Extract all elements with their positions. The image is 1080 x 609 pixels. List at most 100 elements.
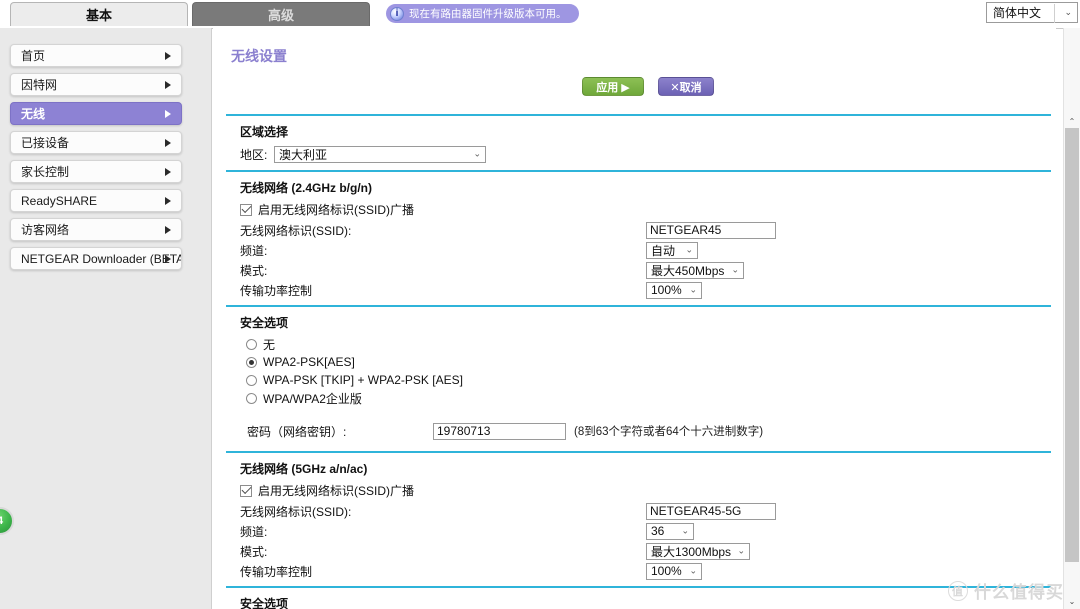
top-tab-bar: 基本 高级 i 现在有路由器固件升级版本可用。 简体中文 ⌄ [0, 0, 1080, 29]
radio-icon[interactable] [246, 356, 257, 368]
security-24-password-input[interactable] [433, 422, 566, 440]
sidebar-item-label: 访客网络 [21, 223, 70, 237]
chevron-down-icon: ⌄ [681, 525, 689, 536]
wifi-24-mode-select[interactable]: 最大450Mbps ⌄ [646, 261, 744, 279]
language-select-divider [1054, 4, 1055, 23]
wifi-24-mode-row: 模式: 最大450Mbps ⌄ [240, 260, 1051, 280]
radio-icon[interactable] [246, 392, 257, 404]
sidebar-item-wireless[interactable]: 无线 [10, 102, 182, 125]
language-select-value: 简体中文 [993, 6, 1042, 20]
firmware-update-notice-label: 现在有路由器固件升级版本可用。 [409, 8, 567, 20]
chevron-right-icon [165, 51, 171, 60]
chevron-right-icon [165, 80, 171, 89]
apply-button-label: 应用 ▶ [596, 81, 630, 94]
main-content: 无线设置 应用 ▶ ✕取消 区域选择 地区: 澳大利亚 ⌄ 无线网络 (2.4G… [213, 28, 1056, 609]
wifi-24-mode-value: 最大450Mbps [651, 263, 725, 278]
security-24-option-label: 无 [263, 337, 276, 352]
chevron-right-icon [165, 167, 171, 176]
sidebar-item-internet[interactable]: 因特网 [10, 73, 182, 96]
firmware-update-notice[interactable]: i 现在有路由器固件升级版本可用。 [386, 4, 579, 23]
scroll-up-arrow-icon[interactable]: ⌃ [1064, 113, 1080, 129]
wifi-5-ssid-label: 无线网络标识(SSID): [240, 504, 352, 519]
wifi-24-channel-row: 频道: 自动 ⌄ [240, 240, 1051, 260]
region-row: 地区: 澳大利亚 ⌄ [240, 144, 1051, 164]
security-24-option-none[interactable]: 无 [240, 335, 1051, 353]
sidebar-item-parental-controls[interactable]: 家长控制 [10, 160, 182, 183]
security-24-option-wpapsk-tkip-wpa2psk-aes[interactable]: WPA-PSK [TKIP] + WPA2-PSK [AES] [240, 371, 1051, 389]
wifi-5-ssid-input[interactable] [646, 502, 776, 520]
chevron-down-icon: ⌄ [689, 565, 697, 576]
vertical-scrollbar[interactable]: ⌃ ⌄ [1063, 28, 1080, 609]
wifi-24-channel-select[interactable]: 自动 ⌄ [646, 241, 698, 259]
wifi-5-ssid-broadcast-row[interactable]: 启用无线网络标识(SSID)广播 [240, 481, 1051, 500]
wifi-24-power-select[interactable]: 100% ⌄ [646, 281, 702, 299]
wifi-24-ssid-row: 无线网络标识(SSID): [240, 220, 1051, 240]
wifi-5-mode-row: 模式: 最大1300Mbps ⌄ [240, 541, 1051, 561]
checkbox-icon[interactable] [240, 484, 252, 497]
cancel-button-label: ✕取消 [670, 81, 702, 94]
sidebar-item-label: 首页 [21, 49, 46, 63]
region-select[interactable]: 澳大利亚 ⌄ [274, 145, 486, 163]
wifi-24-ssid-broadcast-label: 启用无线网络标识(SSID)广播 [258, 203, 415, 217]
chevron-right-icon [165, 196, 171, 205]
sidebar-item-attached-devices[interactable]: 已接设备 [10, 131, 182, 154]
wifi-24-ssid-broadcast-row[interactable]: 启用无线网络标识(SSID)广播 [240, 200, 1051, 219]
wifi-24-ssid-label: 无线网络标识(SSID): [240, 223, 352, 238]
tab-advanced[interactable]: 高级 [192, 2, 370, 26]
wifi-5-channel-label: 频道: [240, 524, 268, 539]
chevron-right-icon [165, 138, 171, 147]
wifi-5-mode-select[interactable]: 最大1300Mbps ⌄ [646, 542, 750, 560]
chevron-down-icon: ⌄ [731, 264, 739, 275]
tab-basic[interactable]: 基本 [10, 2, 188, 26]
chevron-down-icon: ⌄ [737, 545, 745, 556]
info-icon: i [390, 6, 404, 21]
sidebar-item-label: 因特网 [21, 78, 58, 92]
wifi-5-channel-row: 频道: 36 ⌄ [240, 521, 1051, 541]
wifi-24-mode-label: 模式: [240, 263, 268, 278]
sidebar-item-home[interactable]: 首页 [10, 44, 182, 67]
wifi-5-ssid-broadcast-label: 启用无线网络标识(SSID)广播 [258, 484, 415, 498]
language-select[interactable]: 简体中文 ⌄ [986, 2, 1078, 23]
radio-icon[interactable] [246, 338, 257, 350]
wifi-5-channel-value: 36 [651, 524, 665, 538]
chevron-down-icon: ⌄ [685, 244, 693, 255]
wifi-24-power-row: 传输功率控制 100% ⌄ [240, 280, 1051, 300]
wifi-5-power-label: 传输功率控制 [240, 564, 313, 579]
region-label: 地区: [240, 147, 268, 162]
security-24-section: 安全选项 无 WPA2-PSK[AES] WPA-PSK [TKIP] + WP… [226, 307, 1051, 451]
sidebar-item-label: ReadySHARE [21, 193, 98, 208]
wifi-24-channel-label: 频道: [240, 243, 268, 258]
wifi-5-power-row: 传输功率控制 100% ⌄ [240, 561, 1051, 581]
checkbox-icon[interactable] [240, 203, 252, 216]
notification-badge[interactable]: 4 [0, 507, 14, 535]
sidebar-item-guest-network[interactable]: 访客网络 [10, 218, 182, 241]
tab-basic-label: 基本 [85, 8, 112, 23]
sidebar-item-netgear-downloader[interactable]: NETGEAR Downloader (BETA) [10, 247, 182, 270]
security-24-option-label: WPA/WPA2企业版 [263, 391, 362, 406]
security-24-option-wpa2psk-aes[interactable]: WPA2-PSK[AES] [240, 353, 1051, 371]
sidebar-menu: 首页 因特网 无线 已接设备 家长控制 ReadySHARE 访客网络 NETG… [10, 44, 182, 276]
action-button-row: 应用 ▶ ✕取消 [213, 77, 1056, 99]
cancel-button[interactable]: ✕取消 [658, 77, 714, 96]
sidebar-item-label: 已接设备 [21, 136, 70, 150]
wifi-5-power-select[interactable]: 100% ⌄ [646, 562, 702, 580]
wifi-5-mode-label: 模式: [240, 544, 268, 559]
apply-button[interactable]: 应用 ▶ [582, 77, 644, 96]
sidebar-item-label: 无线 [21, 107, 46, 121]
sidebar-item-label: 家长控制 [21, 165, 70, 179]
security-24-option-label: WPA2-PSK[AES] [263, 355, 355, 369]
scrollbar-thumb[interactable] [1065, 128, 1079, 562]
wifi-24-ssid-input[interactable] [646, 221, 776, 239]
radio-icon[interactable] [246, 374, 257, 386]
page-title: 无线设置 [231, 48, 287, 64]
scroll-down-arrow-icon[interactable]: ⌄ [1064, 593, 1080, 609]
region-section-title: 区域选择 [240, 125, 289, 139]
tab-advanced-label: 高级 [267, 8, 294, 23]
security-24-option-wpa-wpa2-enterprise[interactable]: WPA/WPA2企业版 [240, 389, 1051, 407]
wifi-5-section: 无线网络 (5GHz a/n/ac) 启用无线网络标识(SSID)广播 无线网络… [226, 453, 1051, 586]
wifi-5-channel-select[interactable]: 36 ⌄ [646, 522, 694, 540]
security-24-option-label: WPA-PSK [TKIP] + WPA2-PSK [AES] [263, 373, 463, 387]
sidebar-item-readyshare[interactable]: ReadySHARE [10, 189, 182, 212]
security-24-password-hint: (8到63个字符或者64个十六进制数字) [574, 426, 764, 438]
chevron-down-icon: ⌄ [473, 148, 481, 159]
